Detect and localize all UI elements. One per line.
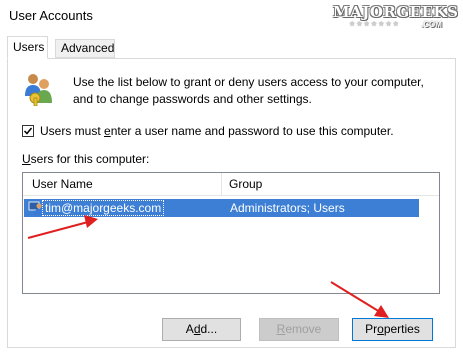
accelerator-key: R (276, 322, 286, 336)
list-header: User Name Group (23, 173, 439, 196)
remove-button[interactable]: Remove (259, 318, 339, 341)
table-row[interactable]: tim@majorgeeks.com Administrators; Users (24, 199, 419, 217)
accelerator-key: U (22, 152, 31, 166)
label-part: emove (285, 322, 322, 336)
watermark-text: MAJORGEEKS (333, 3, 459, 21)
users-list[interactable]: User Name Group tim@majorgeeks.com Admin… (22, 172, 440, 294)
label-part: perties (383, 322, 420, 336)
accelerator-key: o (377, 322, 384, 336)
label-part: Users must (40, 124, 105, 138)
require-password-label[interactable]: Users must enter a user name and passwor… (40, 124, 394, 138)
tab-users[interactable]: Users (7, 36, 48, 59)
accelerator-key: e (104, 124, 111, 138)
user-icon (28, 201, 44, 215)
label-part: sers for this computer: (30, 152, 150, 166)
label-part: nter a user name and password to use thi… (110, 124, 394, 138)
watermark-suffix: .COM (421, 20, 442, 29)
tab-advanced[interactable]: Advanced (55, 39, 115, 58)
watermark-stars: ★★★★★★★ (349, 21, 400, 28)
group-cell: Administrators; Users (230, 201, 345, 215)
column-header-user-name[interactable]: User Name (32, 177, 93, 191)
checkmark-icon (23, 127, 33, 135)
add-button[interactable]: Add... (162, 318, 241, 341)
label-part: Pr (365, 322, 378, 336)
properties-button[interactable]: Properties (352, 318, 433, 341)
title-bar: User Accounts MAJORGEEKS ★★★★★★★ .COM (0, 0, 463, 31)
column-header-group[interactable]: Group (229, 177, 262, 191)
accelerator-key: d (193, 322, 201, 336)
label-part: A (185, 322, 194, 336)
user-name-cell: tim@majorgeeks.com (41, 200, 165, 216)
majorgeeks-watermark-logo: MAJORGEEKS ★★★★★★★ .COM (313, 0, 463, 31)
column-separator[interactable] (221, 173, 222, 195)
window-title: User Accounts (9, 8, 93, 23)
users-icon (25, 74, 52, 106)
intro-text: Use the list below to grant or deny user… (73, 75, 424, 106)
require-password-checkbox[interactable] (22, 125, 34, 137)
label-part: d... (200, 322, 218, 336)
users-list-label: Users for this computer: (22, 152, 149, 166)
